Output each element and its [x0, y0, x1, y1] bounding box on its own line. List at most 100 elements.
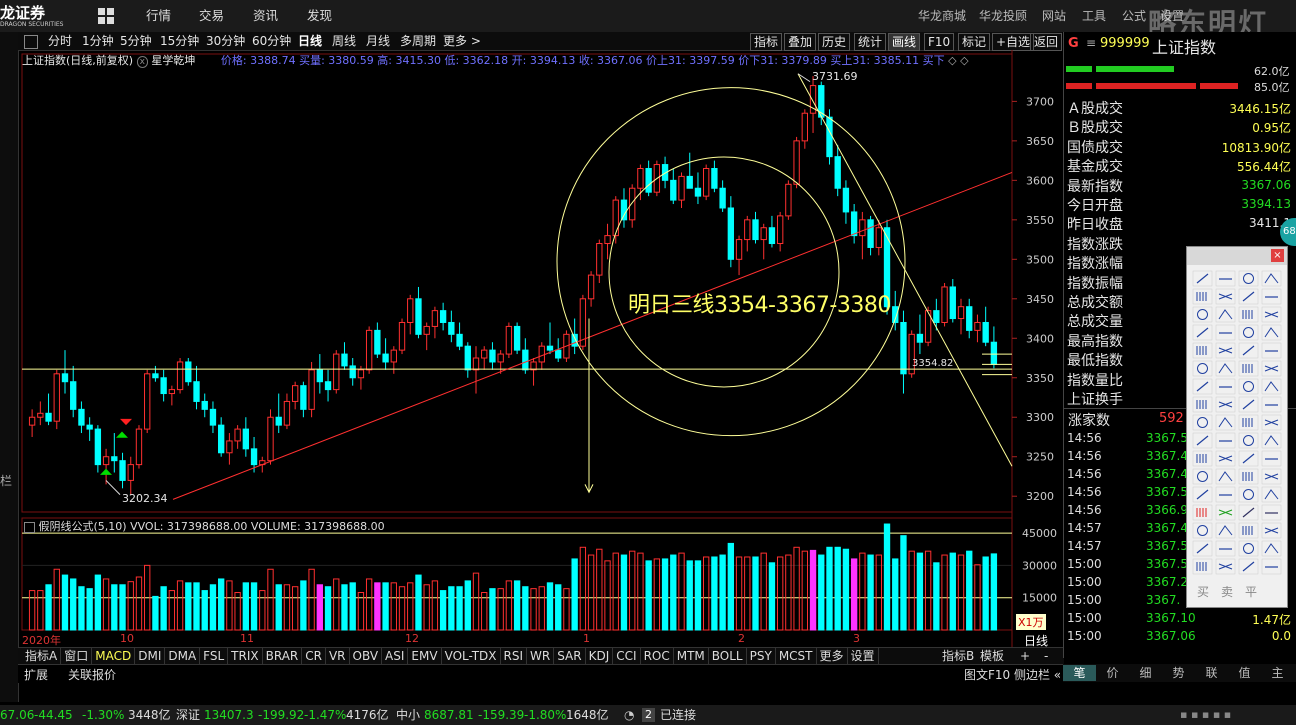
draw-tool-icon[interactable]	[1192, 342, 1213, 359]
btn-mark[interactable]: 标记	[958, 33, 991, 51]
indicator-tab[interactable]: MCST	[776, 648, 817, 664]
draw-tool-icon[interactable]	[1215, 558, 1236, 575]
indicator-tab[interactable]: 更多	[817, 648, 848, 664]
period-tab-month[interactable]: 月线	[366, 33, 390, 50]
btn-history[interactable]: 历史	[818, 33, 851, 51]
indicator-tab[interactable]: VR	[326, 648, 350, 664]
draw-tool-icon[interactable]	[1261, 450, 1282, 467]
draw-tool-icon[interactable]	[1215, 504, 1236, 521]
side-panel-tab[interactable]: 笔	[1063, 665, 1096, 681]
btn-stats[interactable]: 统计	[854, 33, 887, 51]
volume-panel-toggle-icon[interactable]	[24, 521, 35, 533]
indicator-tab[interactable]: BRAR	[263, 648, 303, 664]
side-panel-tab[interactable]: 细	[1129, 665, 1162, 681]
draw-tool-icon[interactable]	[1238, 306, 1259, 323]
draw-tool-icon[interactable]	[1238, 270, 1259, 287]
indicator-tab[interactable]: CR	[302, 648, 326, 664]
draw-tool-icon[interactable]	[1215, 270, 1236, 287]
indicator-tab[interactable]: OBV	[350, 648, 383, 664]
draw-tool-icon[interactable]	[1238, 468, 1259, 485]
draw-tool-icon[interactable]	[1261, 414, 1282, 431]
indicator-tab[interactable]: PSY	[747, 648, 776, 664]
draw-tool-icon[interactable]	[1192, 468, 1213, 485]
draw-tool-icon[interactable]	[1238, 432, 1259, 449]
draw-tool-icon[interactable]	[1215, 432, 1236, 449]
draw-tool-icon[interactable]	[1215, 306, 1236, 323]
draw-tool-icon[interactable]	[1192, 360, 1213, 377]
status-tray-icons[interactable]: ▪ ▪ ▪ ▪ ▪	[1180, 705, 1231, 725]
link-formula[interactable]: 公式	[1122, 0, 1146, 32]
draw-tool-icon[interactable]	[1215, 522, 1236, 539]
draw-tool-icon[interactable]	[1215, 486, 1236, 503]
draw-tool-icon[interactable]	[1238, 288, 1259, 305]
indicator-tab[interactable]: 指标A	[22, 648, 62, 664]
draw-tool-icon[interactable]	[1192, 378, 1213, 395]
draw-tool-icon[interactable]	[1192, 504, 1213, 521]
draw-tool-icon[interactable]	[1192, 288, 1213, 305]
menu-discover[interactable]: 发现	[307, 0, 332, 32]
period-tab-30min[interactable]: 30分钟	[206, 33, 245, 50]
draw-tool-icon[interactable]	[1238, 342, 1259, 359]
side-panel-tab[interactable]: 价	[1096, 665, 1129, 681]
link-website[interactable]: 网站	[1042, 0, 1066, 32]
indicator-tab[interactable]: KDJ	[586, 648, 614, 664]
draw-tool-icon[interactable]	[1261, 486, 1282, 503]
draw-tool-icon[interactable]	[1261, 342, 1282, 359]
indicator-tab[interactable]: TRIX	[228, 648, 263, 664]
palette-close-icon[interactable]: ×	[1271, 249, 1284, 262]
draw-tool-icon[interactable]	[1261, 558, 1282, 575]
draw-tool-icon[interactable]	[1192, 432, 1213, 449]
indicator-tab[interactable]: MTM	[674, 648, 709, 664]
indicator-tab[interactable]: CCI	[613, 648, 641, 664]
indicator-tab[interactable]: 窗口	[61, 648, 93, 664]
ext-tab-related[interactable]: 关联报价	[68, 666, 116, 683]
draw-tool-icon[interactable]	[1261, 270, 1282, 287]
draw-tool-icon[interactable]	[1192, 486, 1213, 503]
palette-tool-grid[interactable]	[1191, 269, 1283, 579]
palette-buy[interactable]: 买	[1197, 583, 1209, 600]
draw-tool-icon[interactable]	[1261, 468, 1282, 485]
draw-tool-icon[interactable]	[1192, 306, 1213, 323]
draw-tool-icon[interactable]	[1238, 486, 1259, 503]
indicator-tab[interactable]: DMA	[165, 648, 201, 664]
period-tab-1min[interactable]: 1分钟	[82, 33, 114, 50]
draw-tool-icon[interactable]	[1192, 324, 1213, 341]
indicator-tab[interactable]: WR	[527, 648, 555, 664]
toolbar-collapse-button[interactable]	[24, 35, 38, 49]
draw-tool-icon[interactable]	[1238, 324, 1259, 341]
draw-tool-icon[interactable]	[1215, 540, 1236, 557]
draw-tool-icon[interactable]	[1192, 522, 1213, 539]
draw-tool-icon[interactable]	[1238, 378, 1259, 395]
btn-back[interactable]: 返回	[1030, 33, 1063, 51]
indicator-tab[interactable]: BOLL	[709, 648, 747, 664]
draw-tool-icon[interactable]	[1238, 360, 1259, 377]
indicator-tab[interactable]: ROC	[641, 648, 674, 664]
tab-indicator-b[interactable]: 指标B	[942, 648, 974, 664]
draw-tool-icon[interactable]	[1238, 450, 1259, 467]
draw-tool-icon[interactable]	[1261, 306, 1282, 323]
draw-tool-icon[interactable]	[1215, 342, 1236, 359]
draw-tool-icon[interactable]	[1192, 558, 1213, 575]
indicator-tab[interactable]: VOL-TDX	[442, 648, 501, 664]
draw-tool-icon[interactable]	[1261, 504, 1282, 521]
side-panel-tab[interactable]: 主	[1261, 665, 1294, 681]
draw-tool-icon[interactable]	[1261, 360, 1282, 377]
grid-menu-icon[interactable]	[98, 8, 114, 24]
btn-overlay[interactable]: 叠加	[784, 33, 817, 51]
link-mall[interactable]: 华龙商城	[918, 0, 966, 32]
draw-tool-icon[interactable]	[1215, 450, 1236, 467]
period-tab-day[interactable]: 日线	[298, 33, 322, 50]
side-panel-tab[interactable]: 值	[1228, 665, 1261, 681]
menu-lines-icon[interactable]: ≡	[1086, 36, 1096, 50]
ext-sidebar-toggle[interactable]: 图文F10 侧边栏 «	[964, 666, 1061, 683]
draw-tool-icon[interactable]	[1192, 540, 1213, 557]
menu-quotes[interactable]: 行情	[146, 0, 171, 32]
side-panel-tab[interactable]: 势	[1162, 665, 1195, 681]
period-tab-more[interactable]: 更多 >	[443, 33, 481, 50]
side-panel-tab[interactable]: 联	[1195, 665, 1228, 681]
draw-tool-icon[interactable]	[1261, 378, 1282, 395]
indicator-tab[interactable]: ASI	[382, 648, 409, 664]
draw-tool-icon[interactable]	[1238, 414, 1259, 431]
indicator-tab[interactable]: FSL	[200, 648, 229, 664]
btn-draw[interactable]: 画线	[888, 33, 921, 51]
